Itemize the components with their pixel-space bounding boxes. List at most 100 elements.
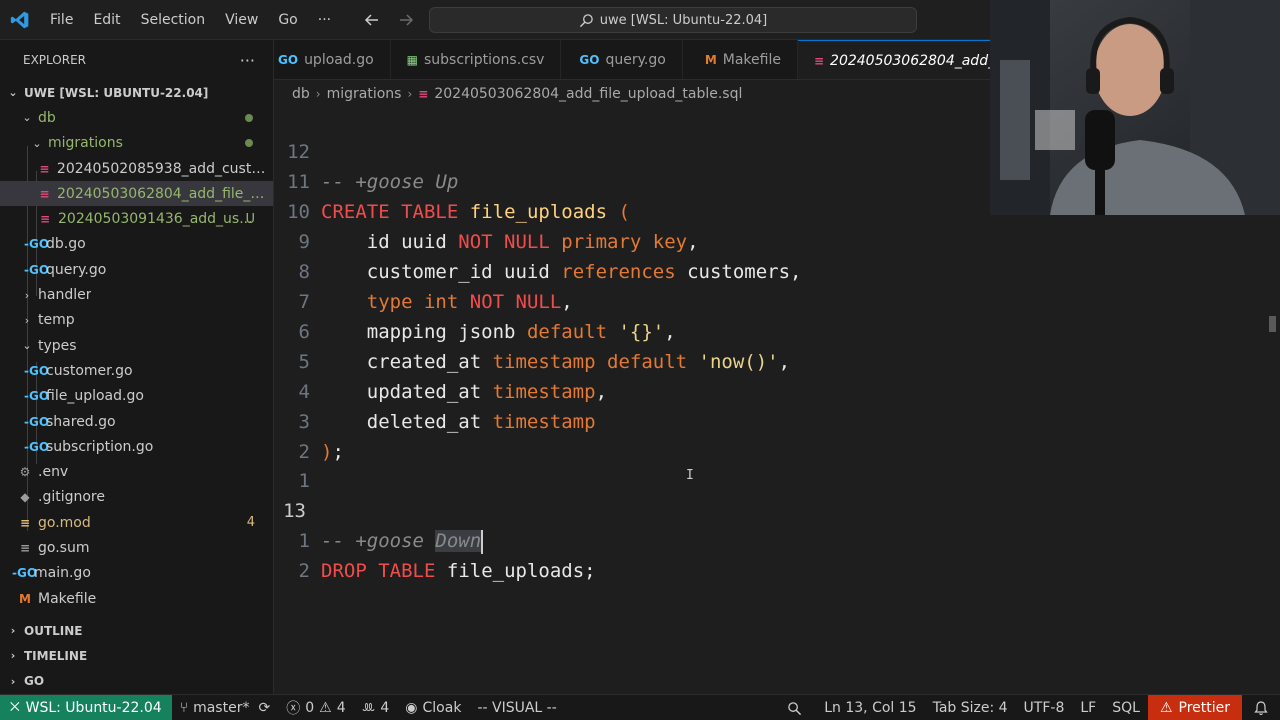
sync-icon: ⟳ — [258, 699, 271, 716]
makefile-icon: M — [19, 591, 31, 606]
tree-item-customer-go[interactable]: -GO customer.go — [0, 358, 273, 383]
menu-more[interactable]: ··· — [308, 0, 341, 40]
tree-item-label: .env — [38, 464, 69, 481]
cursor-position[interactable]: Ln 13, Col 15 — [816, 700, 924, 716]
section-timeline[interactable]: › TIMELINE — [0, 643, 273, 668]
warning-count: 4 — [336, 699, 346, 716]
prettier-status[interactable]: ⚠ Prettier — [1147, 695, 1242, 720]
tree-item-go-mod[interactable]: ≡ go.mod 4 — [0, 510, 273, 535]
tab-subscriptions-csv[interactable]: ▦ subscriptions.csv — [391, 40, 562, 79]
explorer-sidebar: EXPLORER ··· ⌄ UWE [WSL: UBUNTU-22.04] ⌄… — [0, 40, 274, 694]
file-encoding[interactable]: UTF-8 — [1016, 700, 1073, 716]
menu-go[interactable]: Go — [268, 0, 307, 40]
chevron-right-icon: › — [10, 649, 16, 663]
problems-indicator[interactable]: ⓧ 0 ⚠ 4 — [278, 698, 353, 718]
tree-item-label: go.sum — [38, 539, 90, 556]
breadcrumb-item[interactable]: migrations — [327, 86, 402, 102]
tree-item-handler[interactable]: › handler — [0, 282, 273, 307]
list-file-icon: ≡ — [19, 515, 31, 530]
tree-item-query-go[interactable]: -GO query.go — [0, 257, 273, 282]
chevron-right-icon: › — [10, 674, 16, 688]
remote-label: WSL: Ubuntu-22.04 — [25, 699, 162, 716]
tree-item-label: 20240503062804_add_file_upl... — [57, 185, 273, 202]
tree-item-migration-file-active[interactable]: ≡ 20240503062804_add_file_upl... — [0, 181, 273, 207]
go-file-icon: -GO — [24, 389, 50, 404]
breadcrumb-item[interactable]: db — [292, 86, 310, 102]
tree-item-migration-file-untracked[interactable]: ≡ 20240503091436_add_us... U — [0, 206, 273, 231]
ports-indicator[interactable]: ꔛ 4 — [354, 700, 398, 716]
tree-item-db-go[interactable]: -GO db.go — [0, 232, 273, 257]
tree-item-file-upload-go[interactable]: -GO file_upload.go — [0, 384, 273, 409]
webcam-overlay — [990, 0, 1280, 215]
menu-edit[interactable]: Edit — [83, 0, 130, 40]
code-line: 5 updated_at timestamp, — [274, 317, 1264, 403]
tab-makefile[interactable]: M Makefile — [683, 40, 798, 79]
command-center-label: uwe [WSL: Ubuntu-22.04] — [599, 12, 768, 28]
language-mode[interactable]: SQL — [1104, 700, 1148, 716]
tab-upload-go[interactable]: GO upload.go — [274, 40, 391, 79]
tree-item-migration-file[interactable]: ≡ 20240502085938_add_custom... — [0, 156, 273, 181]
menu-bar: File Edit Selection View Go ··· — [40, 0, 341, 40]
remote-icon: ⨉ — [10, 700, 20, 714]
tab-migration-sql[interactable]: ≡ 20240503062804_add_file_upload_table.s… — [797, 40, 990, 79]
tab-query-go[interactable]: GO query.go — [561, 40, 683, 79]
tree-item-go-sum[interactable]: ≡ go.sum — [0, 535, 273, 560]
code-line: 2 — [274, 526, 1264, 582]
editor-tabs: GO upload.go ▦ subscriptions.csv GO quer… — [274, 40, 990, 80]
forward-arrow-icon[interactable] — [394, 8, 418, 32]
remote-indicator[interactable]: ⨉ WSL: Ubuntu-22.04 — [0, 694, 172, 720]
tree-item-shared-go[interactable]: -GO shared.go — [0, 409, 273, 434]
tree-item-env[interactable]: ⚙ .env — [0, 459, 273, 484]
end-of-line[interactable]: LF — [1072, 700, 1104, 716]
tree-item-migrations[interactable]: ⌄ migrations — [0, 131, 273, 156]
tab-label: Makefile — [722, 52, 781, 68]
tab-size[interactable]: Tab Size: 4 — [925, 700, 1016, 716]
section-label: GO — [24, 674, 45, 689]
explorer-header: EXPLORER ··· — [0, 40, 273, 80]
tree-item-temp[interactable]: › temp — [0, 308, 273, 333]
go-file-icon: -GO — [24, 439, 50, 454]
tab-label: 20240503062804_add_file_upload_table.sql — [830, 52, 990, 69]
git-file-icon: ◆ — [20, 490, 30, 505]
tree-item-db[interactable]: ⌄ db — [0, 105, 273, 130]
vscode-logo-icon[interactable] — [0, 0, 40, 40]
notifications-bell-icon[interactable] — [1242, 700, 1280, 716]
git-branch[interactable]: ⑂ master* ⟳ — [172, 700, 279, 716]
menu-view[interactable]: View — [215, 0, 268, 40]
chevron-down-icon: ⌄ — [32, 136, 42, 150]
list-file-icon: ≡ — [19, 540, 31, 555]
mouse-ibeam-cursor-icon: I — [686, 468, 694, 483]
tab-label: upload.go — [304, 52, 374, 68]
tree-item-label: migrations — [48, 135, 123, 152]
tree-item-label: 20240503091436_add_us... — [58, 211, 253, 228]
menu-file[interactable]: File — [40, 0, 83, 40]
cloak-label: Cloak — [422, 699, 462, 716]
go-file-icon: -GO — [12, 566, 38, 581]
tree-item-label: shared.go — [46, 413, 116, 430]
tree-item-gitignore[interactable]: ◆ .gitignore — [0, 485, 273, 510]
menu-selection[interactable]: Selection — [131, 0, 216, 40]
breadcrumb: db › migrations › ≡ 20240503062804_add_f… — [292, 82, 742, 106]
breadcrumb-item[interactable]: 20240503062804_add_file_upload_table.sql — [434, 86, 742, 102]
prettier-label: Prettier — [1178, 700, 1231, 716]
tree-item-makefile[interactable]: M Makefile — [0, 586, 273, 611]
tree-item-main-go[interactable]: -GO main.go — [0, 561, 273, 586]
back-arrow-icon[interactable] — [360, 8, 384, 32]
section-go[interactable]: › GO — [0, 669, 273, 694]
go-file-icon: GO — [579, 53, 600, 67]
tree-item-label: main.go — [34, 565, 91, 582]
zoom-icon-button[interactable] — [773, 701, 816, 716]
database-file-icon: ≡ — [39, 186, 50, 201]
workspace-root[interactable]: ⌄ UWE [WSL: UBUNTU-22.04] — [0, 80, 273, 105]
database-file-icon: ≡ — [39, 161, 50, 176]
scrollbar-thumb[interactable] — [1269, 316, 1276, 332]
sidebar-sections: › OUTLINE › TIMELINE › GO — [0, 618, 273, 694]
cloak-toggle[interactable]: ◉ Cloak — [397, 700, 469, 716]
command-center[interactable]: uwe [WSL: Ubuntu-22.04] — [429, 7, 917, 33]
chevron-right-icon: › — [24, 313, 30, 327]
explorer-more-icon[interactable]: ··· — [240, 51, 255, 70]
tree-item-types[interactable]: ⌄ types — [0, 333, 273, 358]
section-outline[interactable]: › OUTLINE — [0, 618, 273, 643]
nav-arrows — [360, 8, 418, 32]
tree-item-subscription-go[interactable]: -GO subscription.go — [0, 434, 273, 459]
